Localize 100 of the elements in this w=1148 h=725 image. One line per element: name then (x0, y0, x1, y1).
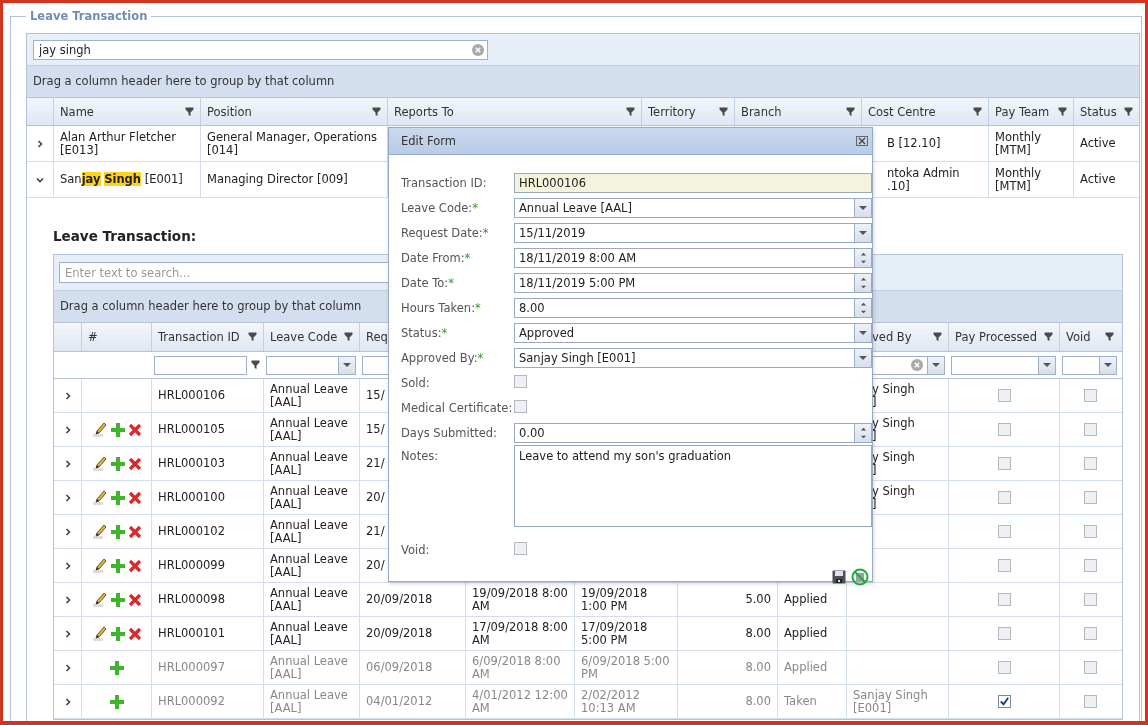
column-header[interactable]: Position (200, 98, 387, 125)
table-cell: HRL000097 (158, 661, 225, 674)
dropdown-button[interactable] (927, 356, 944, 374)
table-row[interactable]: HRL000101 Annual Leave [AAL] 20/09/2018 17/09/2018 8:00 AM 17/09/2018 5:00 PM 8.00 Applied (54, 617, 1122, 651)
dropdown-field[interactable]: Annual Leave [AAL] (514, 197, 872, 218)
cross-icon[interactable] (127, 592, 142, 607)
dropdown-button[interactable] (854, 223, 871, 242)
checkbox[interactable] (997, 525, 1011, 538)
column-header[interactable]: Territory (641, 98, 734, 125)
column-header[interactable]: Void (1059, 323, 1120, 351)
close-icon[interactable] (856, 136, 868, 146)
input-field[interactable]: HRL000106 (514, 172, 872, 193)
column-header[interactable]: Pay Team (988, 98, 1073, 125)
filter-icon[interactable] (344, 332, 353, 342)
cross-icon[interactable] (127, 558, 142, 573)
dropdown-field[interactable]: Sanjay Singh [E001] (514, 347, 872, 368)
filter-icon[interactable] (185, 106, 194, 117)
required-mark: * (472, 200, 478, 215)
column-header[interactable]: Transaction ID (151, 323, 263, 351)
filter-icon[interactable] (626, 106, 635, 117)
pencil-icon[interactable] (91, 557, 108, 574)
checkbox[interactable] (997, 593, 1011, 606)
spin-field[interactable]: 0.00 (514, 422, 872, 443)
filter-icon[interactable] (719, 106, 728, 117)
table-cell-text: 6/09/2018 8:00 AM (472, 654, 562, 681)
spin-button[interactable] (854, 298, 871, 317)
checkbox[interactable] (514, 399, 527, 413)
cross-icon[interactable] (127, 422, 142, 437)
field-label: Medical Certificate: (401, 400, 513, 415)
dropdown-button[interactable] (854, 198, 871, 217)
dropdown-button[interactable] (1038, 356, 1055, 374)
filter-icon[interactable] (248, 332, 257, 342)
cross-icon[interactable] (127, 626, 142, 641)
filter-icon[interactable] (1044, 332, 1053, 342)
column-header[interactable]: Reports To (387, 98, 641, 125)
spin-field[interactable]: 18/11/2019 5:00 PM (514, 272, 872, 293)
pencil-icon[interactable] (91, 421, 108, 438)
pencil-icon[interactable] (91, 523, 108, 540)
caret-icon (859, 330, 867, 335)
checkbox[interactable] (997, 627, 1011, 640)
checkbox[interactable] (1083, 627, 1097, 640)
checkbox[interactable] (997, 559, 1011, 572)
column-header[interactable]: Leave Code (263, 323, 359, 351)
filter-field[interactable] (154, 355, 247, 375)
checkbox[interactable] (1083, 389, 1097, 402)
table-row[interactable]: HRL000098 Annual Leave [AAL] 20/09/2018 19/09/2018 8:00 AM 19/09/2018 1:00 PM 5.00 Applied (54, 583, 1122, 617)
spin-button[interactable] (854, 423, 871, 442)
cancel-icon[interactable] (851, 568, 869, 586)
checkbox[interactable] (514, 541, 527, 555)
filter-icon[interactable] (1105, 332, 1114, 342)
filter-icon[interactable] (1124, 106, 1133, 117)
checkbox[interactable] (1083, 423, 1097, 436)
checkbox[interactable] (997, 423, 1011, 436)
column-header[interactable]: Status (1073, 98, 1139, 125)
pencil-icon[interactable] (91, 455, 108, 472)
checkbox[interactable] (1083, 593, 1097, 606)
spin-button[interactable] (854, 273, 871, 292)
checkbox[interactable] (1083, 457, 1097, 470)
pencil-icon[interactable] (91, 489, 108, 506)
search-field[interactable]: jay singh (33, 39, 488, 60)
dropdown-button[interactable] (854, 348, 871, 367)
checkbox[interactable] (1083, 525, 1097, 538)
dropdown-field[interactable]: 15/11/2019 (514, 222, 872, 243)
field-label: Request Date: (401, 225, 483, 240)
dropdown-button[interactable] (1099, 356, 1116, 374)
filter-icon[interactable] (933, 332, 942, 342)
dropdown-field[interactable]: Approved (514, 322, 872, 343)
column-header[interactable]: Pay Processed (948, 323, 1059, 351)
column-header[interactable]: Name (53, 98, 200, 125)
notes-field[interactable]: Leave to attend my son's graduation (514, 445, 872, 527)
spin-field[interactable]: 18/11/2019 8:00 AM (514, 247, 872, 268)
pencil-icon[interactable] (91, 591, 108, 608)
column-header[interactable]: # (81, 323, 151, 351)
save-icon[interactable] (832, 570, 846, 584)
column-header[interactable]: Branch (734, 98, 861, 125)
filter-icon[interactable] (372, 106, 381, 117)
filter-icon[interactable] (1058, 106, 1067, 117)
checkbox[interactable] (997, 389, 1011, 402)
dropdown-button[interactable] (854, 323, 871, 342)
checkbox[interactable] (1083, 491, 1097, 504)
checkbox[interactable] (514, 374, 527, 388)
cross-icon[interactable] (127, 490, 142, 505)
cross-icon[interactable] (127, 456, 142, 471)
checkbox[interactable] (997, 491, 1011, 504)
spin-field[interactable]: 8.00 (514, 297, 872, 318)
filter-icon[interactable] (973, 106, 982, 117)
checkbox[interactable] (1083, 559, 1097, 572)
spin-button[interactable] (854, 248, 871, 267)
dropdown-button[interactable] (338, 356, 355, 374)
expand-button[interactable] (35, 138, 45, 149)
cross-icon[interactable] (127, 524, 142, 539)
caret-icon (343, 363, 351, 367)
column-header[interactable]: Cost Centre (861, 98, 988, 125)
table-cell-text: 19/09/2018 1:00 PM (581, 586, 649, 613)
field-label: Status: (401, 325, 442, 340)
table-cell: y Singh ] (872, 450, 915, 477)
pencil-icon[interactable] (91, 625, 108, 642)
filter-icon[interactable] (846, 106, 855, 117)
filter-icon[interactable] (251, 360, 260, 370)
checkbox[interactable] (997, 457, 1011, 470)
